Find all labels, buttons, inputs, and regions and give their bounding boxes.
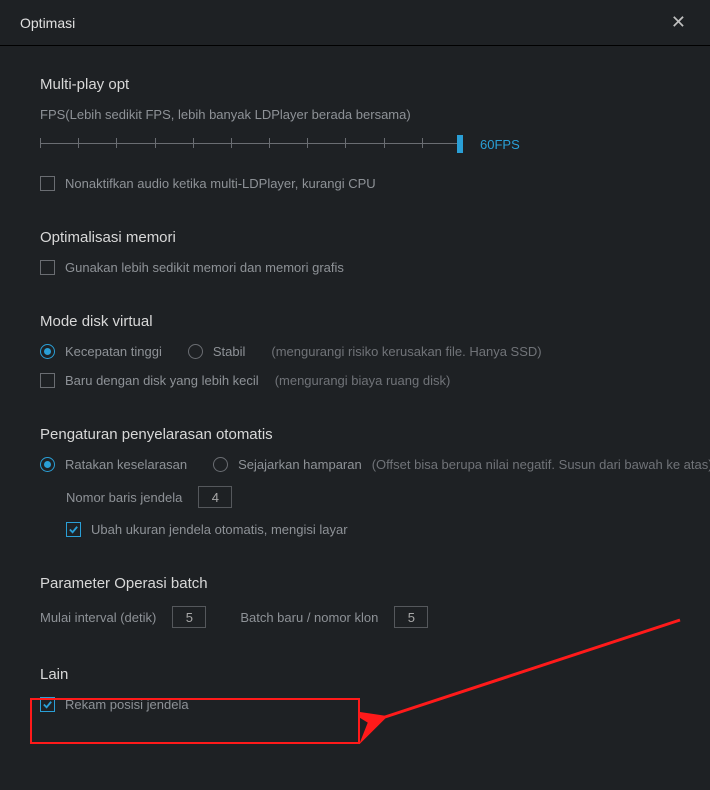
radio-high-speed[interactable] xyxy=(40,344,55,359)
hint-disk-cost: (mengurangi biaya ruang disk) xyxy=(275,373,451,388)
window-title: Optimasi xyxy=(20,15,75,31)
label-disable-audio: Nonaktifkan audio ketika multi-LDPlayer,… xyxy=(65,176,376,191)
checkbox-record-window[interactable] xyxy=(40,697,55,712)
label-new-batch: Batch baru / nomor klon xyxy=(240,610,378,625)
section-multiplay: Multi-play opt FPS(Lebih sedikit FPS, le… xyxy=(40,76,670,191)
fps-slider[interactable] xyxy=(40,132,460,156)
checkbox-auto-resize[interactable] xyxy=(66,522,81,537)
radio-align-overlay[interactable] xyxy=(213,457,228,472)
close-icon[interactable]: ✕ xyxy=(667,12,690,33)
titlebar: Optimasi ✕ xyxy=(0,0,710,46)
label-stable[interactable]: Stabil xyxy=(213,344,246,359)
checkbox-disable-audio[interactable] xyxy=(40,176,55,191)
radio-flatten[interactable] xyxy=(40,457,55,472)
hint-disk-ssd: (mengurangi risiko kerusakan file. Hanya… xyxy=(271,344,541,359)
label-record-window: Rekam posisi jendela xyxy=(65,697,189,712)
label-start-interval: Mulai interval (detik) xyxy=(40,610,156,625)
content-area: Multi-play opt FPS(Lebih sedikit FPS, le… xyxy=(0,46,710,746)
label-smaller-disk: Baru dengan disk yang lebih kecil xyxy=(65,373,259,388)
checkbox-smaller-disk[interactable] xyxy=(40,373,55,388)
section-disk: Mode disk virtual Kecepatan tinggi Stabi… xyxy=(40,313,670,388)
input-start-interval[interactable] xyxy=(172,606,206,628)
checkbox-use-less-memory[interactable] xyxy=(40,260,55,275)
radio-stable[interactable] xyxy=(188,344,203,359)
fps-slider-thumb[interactable] xyxy=(457,135,463,153)
section-title-alignment: Pengaturan penyelarasan otomatis xyxy=(40,426,670,443)
section-alignment: Pengaturan penyelarasan otomatis Ratakan… xyxy=(40,426,670,537)
hint-overlay: (Offset bisa berupa nilai negatif. Susun… xyxy=(372,457,710,472)
label-use-less-memory: Gunakan lebih sedikit memori dan memori … xyxy=(65,260,344,275)
label-align-overlay[interactable]: Sejajarkan hamparan xyxy=(238,457,362,472)
label-flatten[interactable]: Ratakan keselarasan xyxy=(65,457,187,472)
label-auto-resize: Ubah ukuran jendela otomatis, mengisi la… xyxy=(91,522,348,537)
section-memory: Optimalisasi memori Gunakan lebih sediki… xyxy=(40,229,670,275)
label-row-num: Nomor baris jendela xyxy=(66,490,182,505)
input-new-batch[interactable] xyxy=(394,606,428,628)
fps-sublabel: FPS(Lebih sedikit FPS, lebih banyak LDPl… xyxy=(40,107,670,122)
section-title-multiplay: Multi-play opt xyxy=(40,76,670,93)
section-title-batch: Parameter Operasi batch xyxy=(40,575,670,592)
input-row-num[interactable] xyxy=(198,486,232,508)
fps-value-label: 60FPS xyxy=(480,137,520,152)
section-title-memory: Optimalisasi memori xyxy=(40,229,670,246)
label-high-speed[interactable]: Kecepatan tinggi xyxy=(65,344,162,359)
section-other: Lain Rekam posisi jendela xyxy=(40,666,670,712)
section-title-disk: Mode disk virtual xyxy=(40,313,670,330)
section-title-other: Lain xyxy=(40,666,670,683)
section-batch: Parameter Operasi batch Mulai interval (… xyxy=(40,575,670,628)
